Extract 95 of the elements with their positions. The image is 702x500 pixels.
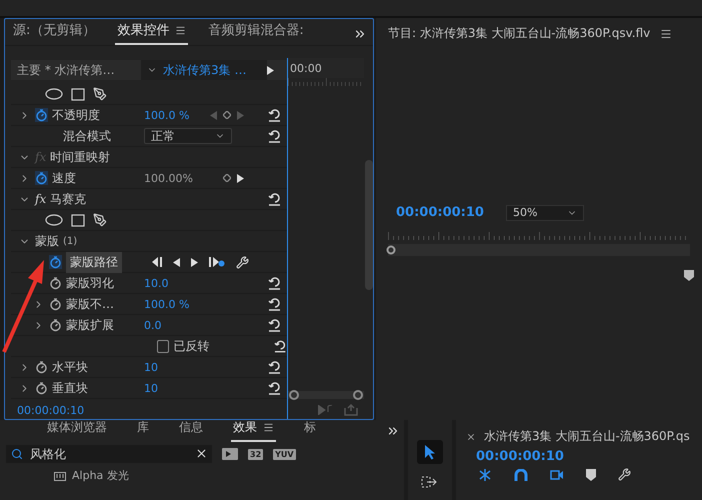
selection-tool[interactable]: [417, 440, 443, 464]
effect-name: 时间重映射: [50, 148, 110, 166]
rectangle-icon[interactable]: [71, 88, 85, 100]
close-icon[interactable]: [466, 432, 476, 442]
pen-icon[interactable]: [93, 213, 107, 227]
blend-mode-dropdown[interactable]: 正常: [144, 128, 232, 144]
wrench-icon[interactable]: [618, 468, 631, 481]
effect-name: 蒙版: [35, 232, 59, 250]
property-label: 蒙版扩展: [66, 316, 114, 334]
search-field[interactable]: 风格化: [6, 445, 212, 463]
checkbox-label: 已反转: [172, 338, 210, 354]
property-value[interactable]: 0.0: [144, 318, 210, 332]
playhead-handle[interactable]: [386, 244, 396, 254]
sequence-clip-selector[interactable]: 水浒传第3集 …: [141, 60, 267, 80]
keyframe-icon[interactable]: [223, 174, 231, 182]
property-value[interactable]: 10: [144, 382, 210, 394]
master-clip-label[interactable]: 主要 * 水浒传第…: [11, 62, 141, 78]
effect-icon: [54, 470, 66, 480]
property-value[interactable]: 10.0: [144, 276, 210, 290]
ellipse-icon[interactable]: [45, 88, 63, 100]
panel-title: 节目: 水浒传第3集 大闹五台山-流畅360P.qsv.flv: [388, 25, 650, 42]
panel-tab[interactable]: 效果: [231, 419, 276, 442]
effect-item[interactable]: Alpha 发光: [0, 466, 404, 483]
sequence-tab[interactable]: 水浒传第3集 大闹五台山-流畅360P.qs: [484, 428, 690, 445]
property-value[interactable]: 100.0 %: [144, 298, 210, 310]
magnet-icon[interactable]: [514, 468, 528, 480]
timecode[interactable]: 00:00:00:10: [466, 449, 564, 464]
insert-icon[interactable]: [478, 468, 492, 480]
track-forward-icon[interactable]: [209, 257, 225, 267]
timecode[interactable]: 00:00:00:10: [17, 404, 84, 416]
mask-count: (1): [63, 236, 78, 246]
track-backward-icon[interactable]: [150, 257, 162, 267]
property-value[interactable]: 10: [144, 360, 210, 374]
ruler-time: 00:00: [290, 62, 322, 74]
panel-tab[interactable]: 媒体浏览器: [45, 419, 109, 442]
reset-icon[interactable]: [268, 108, 282, 122]
menu-icon[interactable]: [175, 24, 186, 36]
property-label: 速度: [52, 170, 76, 186]
reset-icon[interactable]: [268, 298, 282, 310]
fx-badge[interactable]: fx: [35, 192, 46, 206]
search-icon: [11, 448, 23, 460]
scrollbar-thumb[interactable]: [364, 160, 372, 290]
stopwatch-icon[interactable]: [35, 171, 48, 185]
filter-badge[interactable]: YUV: [273, 448, 296, 460]
track-forward-frame-icon[interactable]: [191, 258, 198, 266]
reset-icon[interactable]: [268, 130, 282, 142]
panel-tab[interactable]: 效果控件: [115, 21, 188, 45]
reset-icon[interactable]: [268, 276, 282, 290]
stopwatch-icon[interactable]: [49, 297, 62, 311]
effect-name: 马赛克: [50, 190, 86, 208]
dashed-box-arrow-icon: [421, 475, 439, 489]
stopwatch-icon[interactable]: [49, 276, 62, 290]
reset-icon[interactable]: [268, 382, 282, 394]
property-label: 蒙版羽化: [66, 274, 114, 292]
property-label: 蒙版不…: [66, 296, 114, 312]
stopwatch-icon[interactable]: [35, 360, 48, 374]
reset-icon[interactable]: [268, 192, 282, 206]
timecode[interactable]: 00:00:00:10: [396, 205, 484, 220]
marker-icon[interactable]: [586, 468, 596, 480]
panel-tab[interactable]: 信息: [177, 419, 205, 442]
next-keyframe-icon[interactable]: [237, 174, 244, 182]
track-back-frame-icon[interactable]: [173, 258, 180, 266]
stopwatch-icon[interactable]: [49, 255, 62, 269]
marker-icon[interactable]: [684, 270, 694, 280]
mask-path-label[interactable]: 蒙版路径: [66, 252, 122, 272]
reset-icon[interactable]: [268, 318, 282, 332]
property-label: 垂直块: [52, 380, 88, 396]
wrench-icon[interactable]: [236, 256, 249, 268]
zoom-dropdown[interactable]: 50%: [506, 204, 584, 220]
rectangle-icon[interactable]: [71, 214, 85, 226]
zoom-scrollbar[interactable]: [288, 389, 364, 401]
pen-icon[interactable]: [93, 87, 107, 101]
clear-icon[interactable]: [195, 447, 208, 460]
reset-icon[interactable]: [274, 340, 287, 352]
panel-tab[interactable]: 标: [302, 419, 318, 442]
accelerated-effects-icon[interactable]: [222, 448, 238, 460]
stopwatch-icon[interactable]: [35, 108, 48, 122]
ellipse-icon[interactable]: [45, 214, 63, 226]
menu-icon[interactable]: [263, 422, 274, 433]
panel-tab[interactable]: 音频剪辑混合器:: [206, 21, 306, 45]
property-label: 混合模式: [63, 128, 111, 144]
stopwatch-icon[interactable]: [49, 318, 62, 332]
stopwatch-icon[interactable]: [35, 381, 48, 395]
filter-badge[interactable]: 32: [248, 448, 264, 460]
property-value[interactable]: 100.0 %: [144, 108, 210, 122]
panel-tab[interactable]: 库: [135, 419, 151, 442]
menu-icon[interactable]: [660, 28, 672, 40]
panel-tab[interactable]: 源:（无剪辑）: [11, 21, 98, 45]
reset-icon[interactable]: [268, 360, 282, 374]
checkbox[interactable]: [157, 340, 170, 352]
keyframe-icon[interactable]: [223, 111, 231, 119]
property-label: 不透明度: [52, 106, 100, 124]
property-label: 水平块: [52, 358, 88, 376]
linked-selection-icon[interactable]: [550, 468, 564, 480]
cursor-arrow-icon: [424, 444, 436, 460]
